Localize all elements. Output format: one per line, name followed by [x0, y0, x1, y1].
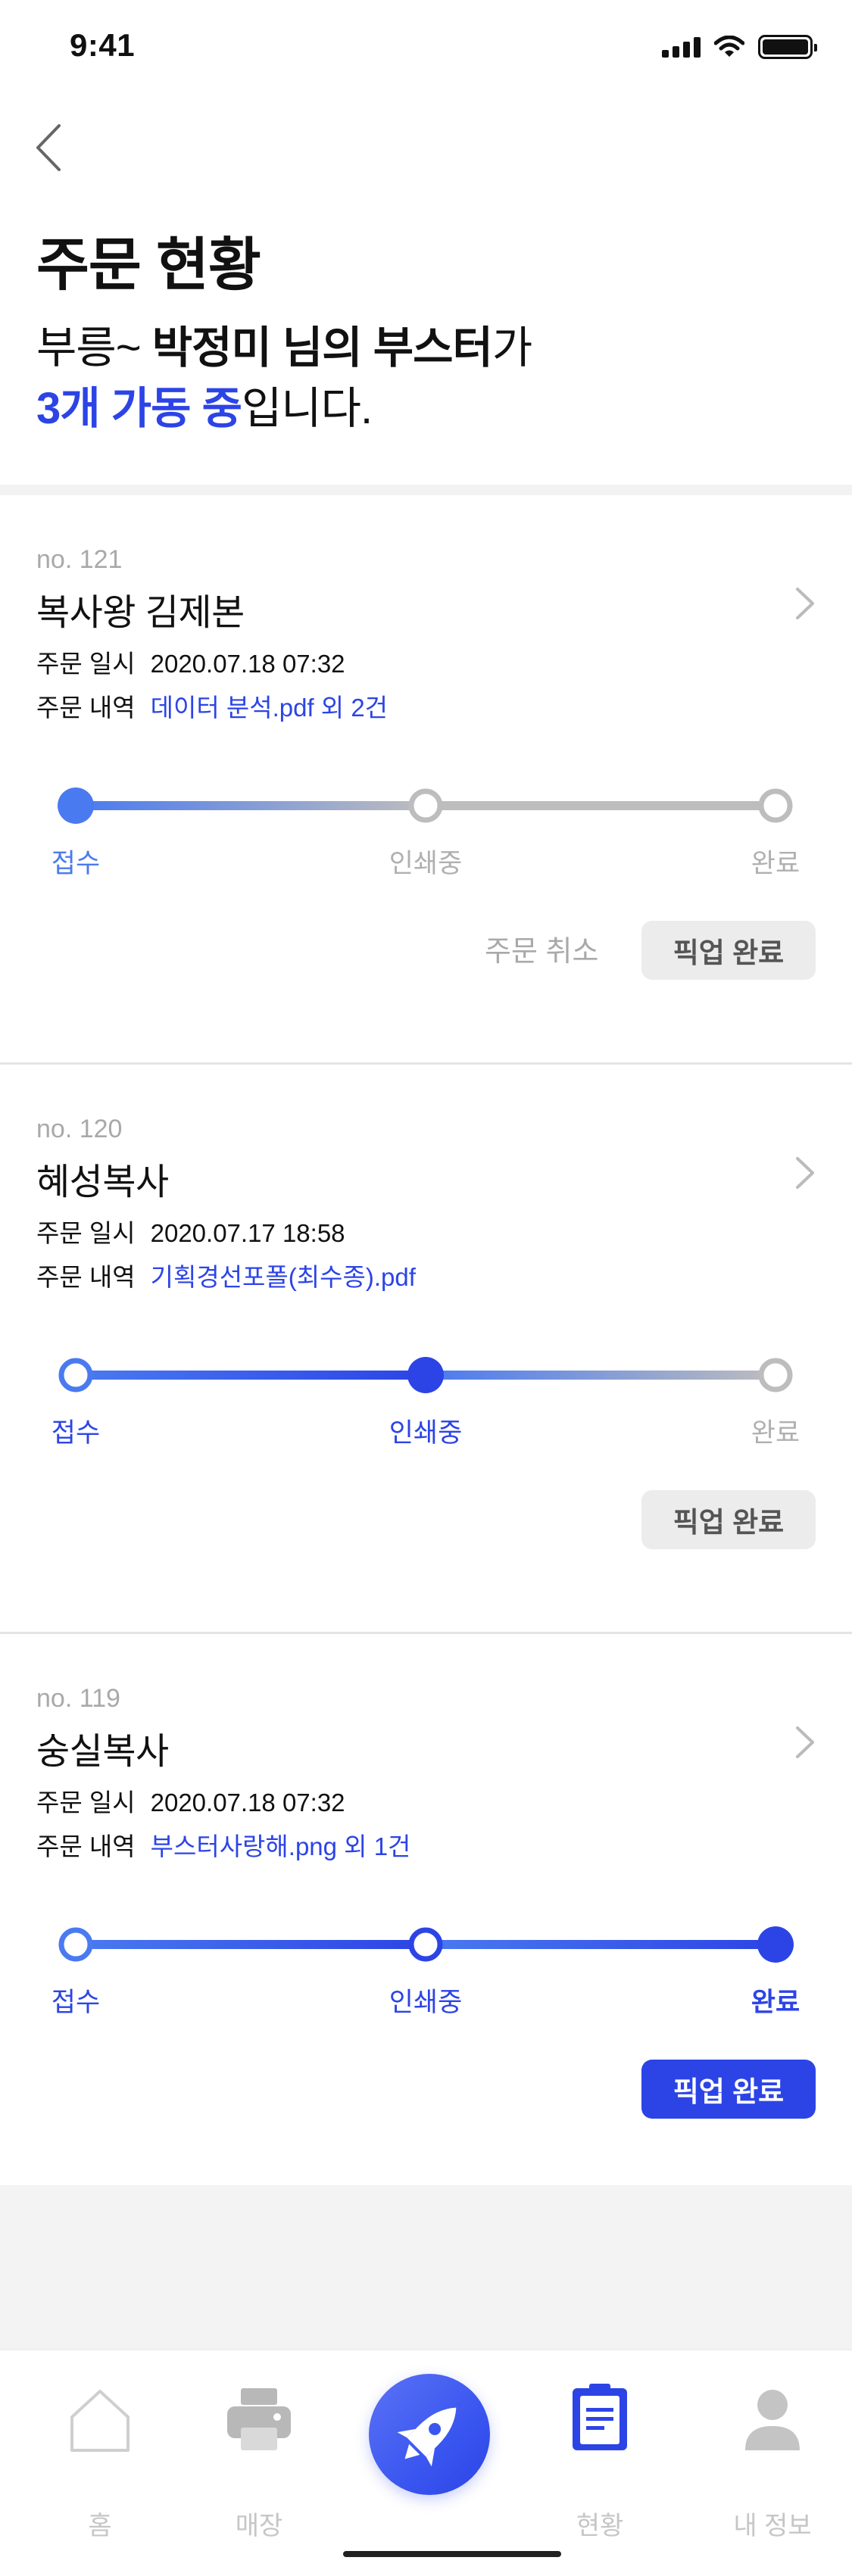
- order-detail-label: 주문 내역: [36, 694, 136, 722]
- pickup-complete-button[interactable]: 픽업 완료: [641, 921, 816, 980]
- progress-step-dot: [58, 787, 94, 824]
- tab-label: 현황: [576, 2512, 624, 2540]
- order-card[interactable]: no. 119 숭실복사 주문 일시 2020.07.18 07:32 주문 내역…: [0, 1634, 852, 2203]
- status-icons: [662, 35, 817, 59]
- progress-step-dot: [758, 788, 793, 823]
- order-detail-row: 주문 내역 기획경선포폴(최수종).pdf: [36, 1257, 416, 1293]
- order-date-label: 주문 일시: [36, 1789, 136, 1817]
- greeting-message: 부릉~ 박정미 님의 부스터가 3개 가동 중입니다.: [36, 318, 532, 439]
- progress-step-label: 인쇄중: [389, 849, 463, 878]
- home-icon: [70, 2390, 130, 2452]
- progress-step-dot: [408, 1927, 443, 1962]
- progress-step-dot: [408, 788, 443, 823]
- store-name: 혜성복사: [36, 1162, 169, 1202]
- tab-label: 홈: [88, 2512, 112, 2540]
- order-date-label: 주문 일시: [36, 650, 136, 678]
- progress-segment: [76, 1940, 426, 1949]
- order-date: 2020.07.18 07:32: [150, 1789, 345, 1817]
- tab-store[interactable]: 매장: [198, 2385, 320, 2540]
- chevron-right-icon[interactable]: [785, 1716, 823, 1769]
- progress-step-label: 완료: [751, 1988, 801, 2017]
- section-divider: [0, 485, 852, 495]
- status-time: 9:41: [70, 27, 136, 63]
- greeting-name: 박정미 님의 부스터: [151, 323, 493, 373]
- progress-step-label: 접수: [51, 1988, 101, 2017]
- order-detail-row: 주문 내역 부스터사랑해.png 외 1건: [36, 1826, 410, 1863]
- printer-icon: [227, 2388, 291, 2450]
- order-date-label: 주문 일시: [36, 1219, 136, 1247]
- order-files-link[interactable]: 기획경선포폴(최수종).pdf: [151, 1263, 416, 1291]
- order-files-link[interactable]: 부스터사랑해.png 외 1건: [151, 1832, 411, 1860]
- order-progress: 접수 인쇄중 완료: [0, 1345, 852, 1458]
- progress-step-label: 접수: [51, 1418, 101, 1448]
- clipboard-icon: [573, 2384, 627, 2450]
- progress-segment: [426, 1371, 776, 1380]
- progress-step-label: 완료: [751, 849, 801, 878]
- progress-segment: [76, 1371, 426, 1380]
- progress-step-dot: [757, 1926, 794, 1963]
- greeting-end: 입니다.: [241, 384, 373, 433]
- order-date: 2020.07.18 07:32: [150, 650, 345, 678]
- progress-track: [58, 1357, 793, 1393]
- progress-segment: [426, 1940, 776, 1949]
- home-indicator: [343, 2551, 561, 2557]
- pickup-complete-button[interactable]: 픽업 완료: [641, 1490, 816, 1549]
- tab-label: 매장: [235, 2512, 283, 2540]
- person-icon: [745, 2390, 800, 2450]
- chevron-right-icon[interactable]: [785, 577, 823, 630]
- order-date-row: 주문 일시 2020.07.18 07:32: [36, 644, 345, 680]
- store-name: 복사왕 김제본: [36, 593, 245, 633]
- chevron-right-icon[interactable]: [785, 1146, 823, 1199]
- progress-step-label: 완료: [751, 1418, 801, 1448]
- rocket-icon: [397, 2407, 457, 2467]
- back-arrow-icon[interactable]: [27, 114, 73, 182]
- order-date-row: 주문 일시 2020.07.17 18:58: [36, 1213, 345, 1249]
- wifi-icon: [714, 36, 744, 57]
- progress-step-dot: [407, 1357, 444, 1393]
- order-date: 2020.07.17 18:58: [150, 1219, 345, 1247]
- progress-track: [58, 1926, 794, 1963]
- order-detail-label: 주문 내역: [36, 1832, 136, 1860]
- cancel-order-button[interactable]: 주문 취소: [485, 918, 598, 978]
- progress-track: [58, 787, 793, 824]
- booster-fab-button[interactable]: [369, 2374, 490, 2495]
- progress-step-label: 인쇄중: [389, 1988, 463, 2017]
- tab-my-info[interactable]: 내 정보: [712, 2385, 833, 2540]
- tab-status[interactable]: 현황: [539, 2384, 660, 2540]
- order-detail-label: 주문 내역: [36, 1263, 136, 1291]
- progress-segment: [426, 801, 776, 810]
- tab-home[interactable]: 홈: [39, 2385, 161, 2540]
- greeting-suffix: 가: [492, 323, 532, 373]
- progress-step-label: 접수: [51, 849, 101, 878]
- order-number: no. 119: [36, 1684, 120, 1713]
- status-bar: 9:41: [0, 0, 852, 91]
- cellular-signal-icon: [662, 36, 701, 58]
- order-progress: 접수 인쇄중 완료: [0, 775, 852, 889]
- order-number: no. 120: [36, 1115, 123, 1143]
- progress-step-label: 인쇄중: [389, 1418, 463, 1448]
- order-card[interactable]: no. 120 혜성복사 주문 일시 2020.07.17 18:58 주문 내역…: [0, 1065, 852, 1634]
- order-number: no. 121: [36, 545, 123, 574]
- order-files-link[interactable]: 데이터 분석.pdf 외 2건: [151, 694, 388, 722]
- pickup-complete-button[interactable]: 픽업 완료: [641, 2060, 816, 2119]
- tab-label: 내 정보: [733, 2512, 812, 2540]
- progress-segment: [76, 801, 426, 810]
- order-card[interactable]: no. 121 복사왕 김제본 주문 일시 2020.07.18 07:32 주문…: [0, 495, 852, 1065]
- active-booster-count: 3개 가동 중: [36, 384, 242, 433]
- progress-step-dot: [58, 1358, 93, 1392]
- progress-step-dot: [758, 1358, 793, 1392]
- order-detail-row: 주문 내역 데이터 분석.pdf 외 2건: [36, 688, 388, 724]
- greeting-prefix: 부릉~: [36, 323, 152, 373]
- page-title: 주문 현황: [36, 233, 261, 298]
- store-name: 숭실복사: [36, 1732, 169, 1772]
- order-progress: 접수 인쇄중 완료: [0, 1914, 852, 2028]
- battery-icon: [758, 35, 817, 59]
- content-bottom-space: [0, 2185, 852, 2349]
- order-date-row: 주문 일시 2020.07.18 07:32: [36, 1782, 345, 1819]
- progress-step-dot: [58, 1927, 93, 1962]
